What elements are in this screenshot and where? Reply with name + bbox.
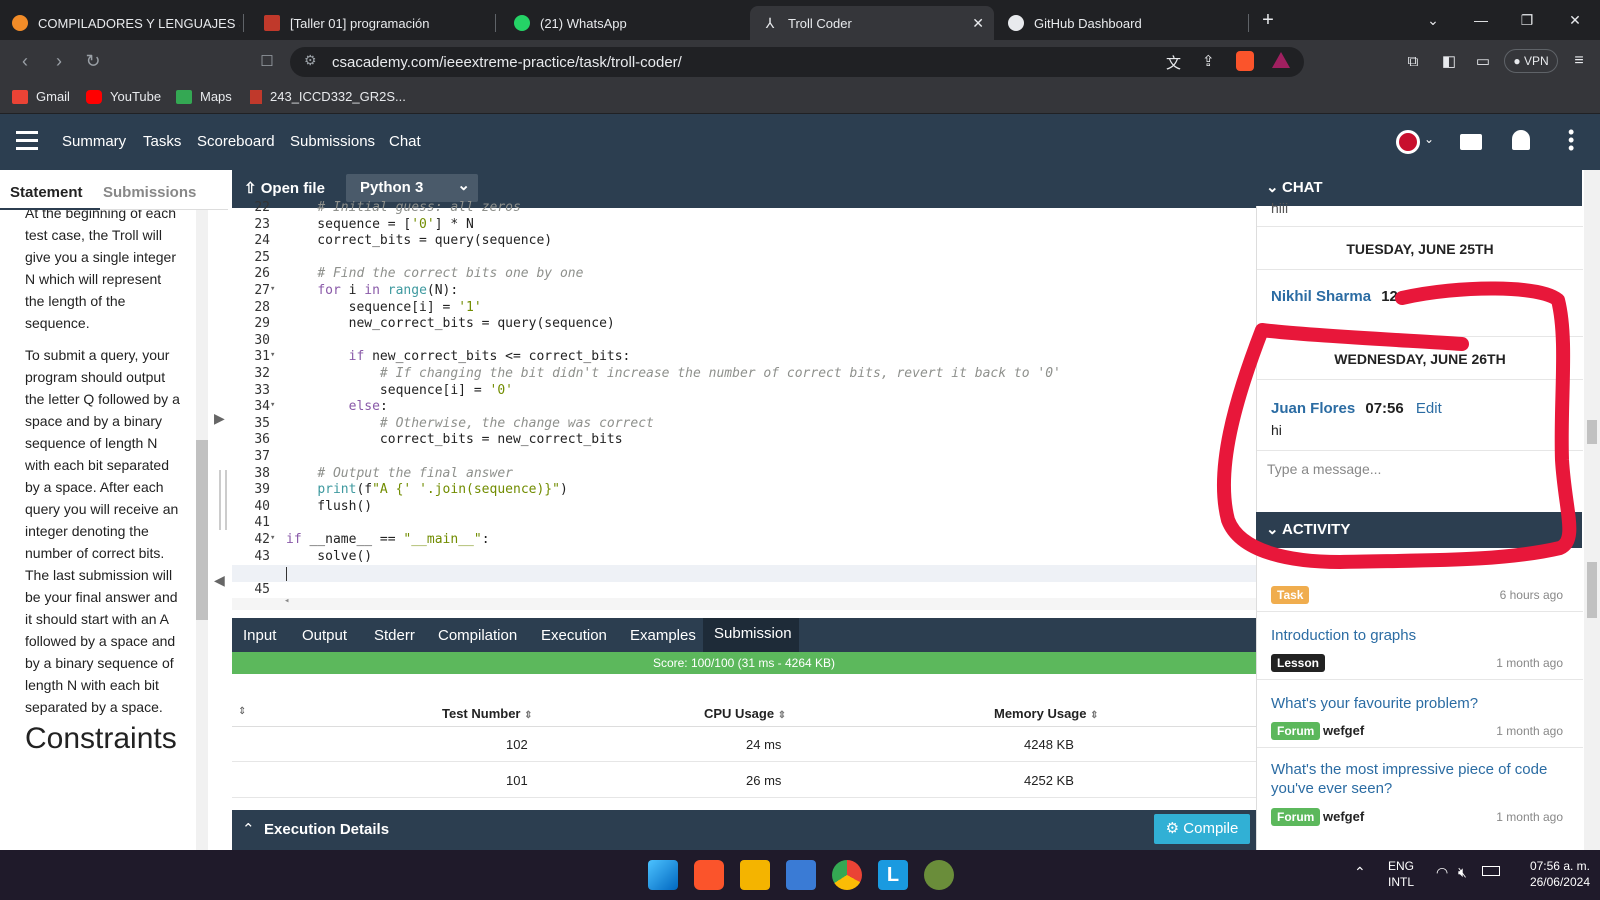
lang-code: ENG (1388, 859, 1415, 873)
store-icon[interactable] (786, 860, 816, 890)
clock-date: 26/06/2024 (1529, 875, 1590, 889)
clock[interactable]: 07:56 a. m. 26/06/2024 (1508, 858, 1590, 890)
file-explorer-icon[interactable] (740, 860, 770, 890)
annotation-stroke (1216, 281, 1577, 569)
chrome-icon[interactable] (832, 860, 862, 890)
brave-icon[interactable] (694, 860, 724, 890)
language-indicator[interactable]: ENG INTL (1388, 858, 1414, 890)
l-app-icon[interactable]: L (878, 860, 908, 890)
app-icon[interactable] (924, 860, 954, 890)
wifi-icon[interactable]: ◠ (1436, 864, 1448, 881)
battery-icon[interactable] (1482, 866, 1500, 876)
lang-layout: INTL (1388, 875, 1415, 889)
windows-taskbar: L ⌃ ENG INTL ◠ 🔇︎ 07:56 a. m. 26/06/2024 (0, 850, 1600, 900)
windows-start-icon[interactable] (648, 860, 678, 890)
clock-time: 07:56 a. m. (1529, 859, 1590, 873)
chevron-up-icon[interactable]: ⌃ (1354, 864, 1366, 881)
red-annotation-scribble (1216, 281, 1577, 569)
mute-icon[interactable]: 🔇︎ (1458, 864, 1467, 881)
